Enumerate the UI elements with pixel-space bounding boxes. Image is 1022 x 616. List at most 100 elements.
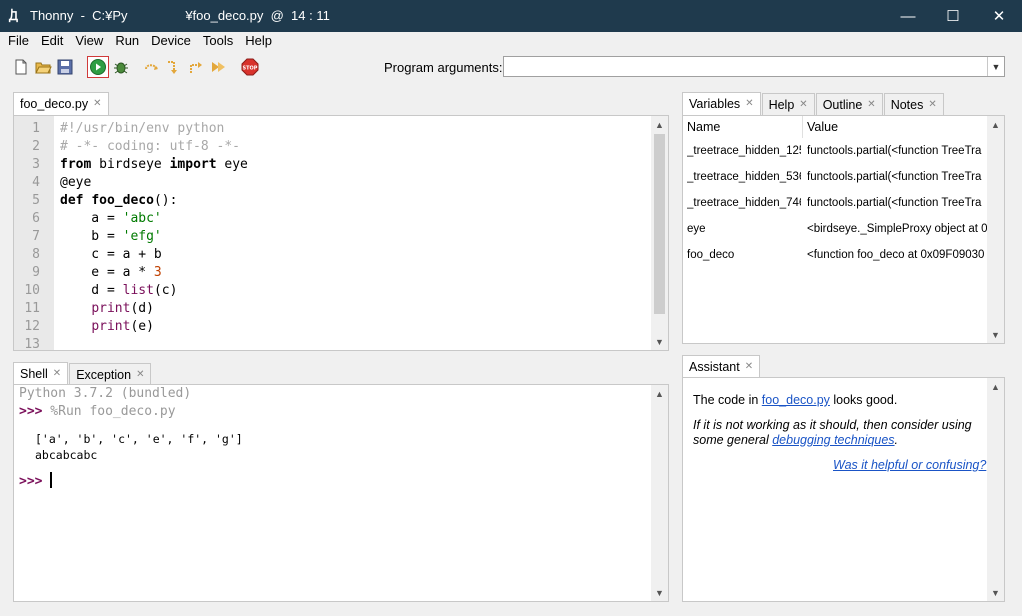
assistant-text: some general (693, 433, 773, 447)
scroll-down-icon[interactable]: ▼ (651, 584, 668, 601)
new-file-icon[interactable] (11, 57, 31, 77)
svg-text:STOP: STOP (243, 66, 258, 72)
variables-table: Name Value _treetrace_hidden_125 functool… (682, 115, 1005, 344)
close-icon[interactable]: ✕ (928, 95, 936, 115)
assistant-hint-2: some general debugging techniques. (693, 433, 898, 447)
tab-notes[interactable]: Notes ✕ (883, 93, 944, 115)
step-into-icon[interactable] (164, 57, 184, 77)
assistant-hint: If it is not working as it should, then … (693, 418, 972, 432)
menu-tools[interactable]: Tools (197, 32, 239, 52)
open-folder-icon[interactable] (33, 57, 53, 77)
scroll-thumb[interactable] (654, 134, 665, 314)
scroll-up-icon[interactable]: ▲ (651, 116, 668, 133)
chevron-down-icon[interactable]: ▼ (987, 57, 1004, 76)
close-icon[interactable]: ✕ (53, 364, 61, 384)
line-number: 8 (32, 247, 40, 262)
window-title: Thonny - C:¥Py ¥foo_deco.py @ 14 : 11 (30, 8, 330, 23)
tab-assistant[interactable]: Assistant ✕ (682, 355, 761, 378)
tab-label: Variables (689, 97, 741, 111)
table-row[interactable]: _treetrace_hidden_125 functools.partial(<… (683, 138, 989, 164)
menu-view[interactable]: View (69, 32, 109, 52)
variable-value: <function foo_deco at 0x09F09030 (807, 249, 985, 261)
tab-exception[interactable]: Exception ✕ (69, 363, 152, 385)
shell-prompt: >>> (19, 404, 43, 419)
line-number: 2 (32, 139, 40, 154)
line-number: 5 (32, 193, 40, 208)
shell-input-line[interactable]: >>> (19, 472, 53, 489)
maximize-button[interactable]: ☐ (930, 0, 976, 32)
thonny-logo-icon: Ꚁ (9, 9, 18, 23)
line-number: 9 (32, 265, 40, 280)
scroll-down-icon[interactable]: ▼ (651, 333, 668, 350)
debugging-techniques-link[interactable]: debugging techniques (772, 433, 894, 447)
minimize-button[interactable]: — (885, 0, 931, 32)
step-out-icon[interactable] (186, 57, 206, 77)
menu-edit[interactable]: Edit (35, 32, 69, 52)
assistant-text: The code in (693, 393, 762, 407)
close-icon[interactable]: ✕ (799, 95, 807, 115)
code-editor[interactable]: 1 #!/usr/bin/env python 2 # -*- coding: utf… (13, 115, 669, 351)
step-over-icon[interactable] (142, 57, 162, 77)
variable-name: foo_deco (687, 249, 735, 261)
table-row[interactable]: eye <birdseye._SimpleProxy object at 0 (683, 216, 989, 242)
resume-icon[interactable] (208, 57, 228, 77)
shell-command: %Run foo_deco.py (42, 404, 176, 419)
run-button[interactable] (87, 56, 109, 78)
variables-scrollbar[interactable]: ▲ ▼ (987, 116, 1004, 343)
save-icon[interactable] (55, 57, 75, 77)
scroll-down-icon[interactable]: ▼ (987, 326, 1004, 343)
assistant-text: looks good. (829, 393, 898, 407)
close-icon[interactable]: ✕ (745, 94, 753, 114)
assistant-scrollbar[interactable]: ▲ ▼ (987, 378, 1004, 601)
shell-tab-bar: Shell ✕ Exception ✕ (13, 362, 152, 385)
code-text: @eye (60, 175, 92, 190)
tab-shell[interactable]: Shell ✕ (13, 362, 69, 385)
table-row[interactable]: _treetrace_hidden_746 functools.partial(<… (683, 190, 989, 216)
program-arguments-input[interactable]: ▼ (503, 56, 1005, 77)
debug-bug-icon[interactable] (111, 57, 131, 77)
column-header-name[interactable]: Name (683, 116, 803, 138)
menu-device[interactable]: Device (145, 32, 197, 52)
shell-console[interactable]: Python 3.7.2 (bundled) >>> %Run foo_deco… (13, 384, 669, 602)
tab-label: Assistant (689, 360, 740, 374)
scroll-down-icon[interactable]: ▼ (987, 584, 1004, 601)
shell-scrollbar[interactable]: ▲ ▼ (651, 385, 668, 601)
tab-help[interactable]: Help ✕ (761, 93, 815, 115)
assistant-text: . (894, 433, 899, 447)
menu-run[interactable]: Run (109, 32, 145, 52)
code-text: def foo_deco(): (60, 193, 178, 208)
menu-file[interactable]: File (2, 32, 35, 52)
feedback-link[interactable]: Was it helpful or confusing? (833, 458, 986, 472)
table-row[interactable]: foo_deco <function foo_deco at 0x09F09030 (683, 242, 989, 268)
close-icon[interactable]: ✕ (136, 365, 144, 385)
table-row[interactable]: _treetrace_hidden_536 functools.partial(<… (683, 164, 989, 190)
variable-name: eye (687, 223, 706, 235)
code-text: b = 'efg' (60, 229, 162, 244)
scroll-up-icon[interactable]: ▲ (651, 385, 668, 402)
scroll-up-icon[interactable]: ▲ (987, 116, 1004, 133)
assistant-message: The code in foo_deco.py looks good. (693, 393, 897, 407)
column-header-value[interactable]: Value (803, 116, 989, 138)
tab-foo-deco[interactable]: foo_deco.py ✕ (13, 92, 109, 115)
close-icon[interactable]: ✕ (745, 357, 753, 377)
close-icon[interactable]: ✕ (93, 94, 101, 114)
variables-tab-bar: Variables ✕ Help ✕ Outline ✕ Notes ✕ (682, 92, 945, 115)
close-icon[interactable]: ✕ (867, 95, 875, 115)
scroll-up-icon[interactable]: ▲ (987, 378, 1004, 395)
variable-name: _treetrace_hidden_536 (687, 171, 801, 183)
close-button[interactable]: ✕ (976, 0, 1022, 32)
stop-icon[interactable]: STOP (240, 57, 260, 77)
shell-prompt: >>> (19, 474, 43, 489)
tab-variables[interactable]: Variables ✕ (682, 92, 761, 115)
menu-help[interactable]: Help (239, 32, 278, 52)
file-link[interactable]: foo_deco.py (762, 393, 830, 407)
tab-label: Exception (76, 367, 132, 382)
tab-label: Notes (890, 97, 924, 112)
code-text: e = a * 3 (60, 265, 162, 280)
tab-outline[interactable]: Outline ✕ (815, 93, 883, 115)
line-number: 11 (24, 301, 40, 316)
line-number: 6 (32, 211, 40, 226)
shell-output-line: ['a', 'b', 'c', 'e', 'f', 'g'] (35, 432, 243, 446)
title-bar: Ꚁ Thonny - C:¥Py ¥foo_deco.py @ 14 : 11 … (0, 0, 1022, 32)
editor-scrollbar[interactable]: ▲ ▼ (651, 116, 668, 350)
